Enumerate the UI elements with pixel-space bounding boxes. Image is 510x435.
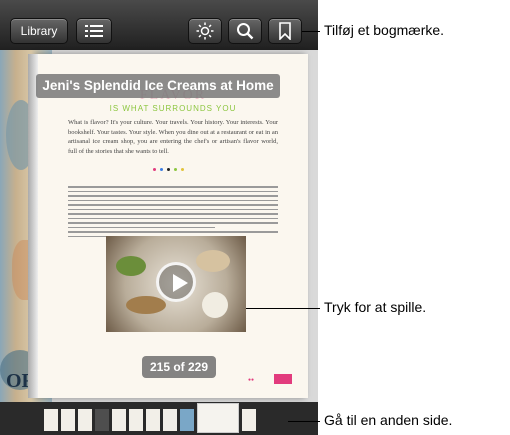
play-icon[interactable] [156, 262, 196, 302]
play-callout-line [246, 308, 320, 309]
body-text [68, 186, 278, 240]
page-indicator: 215 of 229 [142, 356, 216, 378]
page-footer-mark: ●● [248, 377, 255, 383]
go-to-page-callout-line [288, 421, 320, 422]
brightness-icon [196, 22, 214, 40]
page-thumbnails[interactable] [44, 403, 256, 433]
page-thumbnail[interactable] [146, 409, 160, 431]
bookmark-callout-line [302, 31, 320, 32]
decorative-dots [153, 168, 184, 171]
page-thumbnail[interactable] [44, 409, 58, 431]
intro-paragraph: What is flavor? It's your culture. Your … [68, 119, 278, 155]
page-thumbnail[interactable] [112, 409, 126, 431]
book-title: Jeni's Splendid Ice Creams at Home [36, 74, 280, 98]
go-to-page-callout: Gå til en anden side. [324, 412, 453, 428]
list-button[interactable] [76, 18, 112, 44]
current-page-thumbnail[interactable] [197, 403, 239, 433]
book-page-area[interactable]: OR FLAVOR Jeni's Splendid Ice Creams at … [0, 50, 318, 402]
page-thumbnail[interactable] [163, 409, 177, 431]
bookmark-callout: Tilføj et bogmærke. [324, 22, 445, 38]
list-icon [85, 25, 103, 37]
page-thumbnail[interactable] [242, 409, 256, 431]
page-footer-badge [274, 374, 292, 384]
page-thumbnail[interactable] [95, 409, 109, 431]
toolbar: Library [0, 0, 318, 50]
search-icon [237, 23, 254, 40]
book-page[interactable]: FLAVOR Jeni's Splendid Ice Creams at Hom… [28, 54, 308, 398]
embedded-video[interactable] [106, 236, 246, 332]
library-button[interactable]: Library [10, 18, 68, 44]
ibooks-window: Library OR FLAVOR Jeni's Splendid Ice Cr… [0, 0, 318, 435]
play-callout: Tryk for at spille. [324, 299, 427, 315]
brightness-button[interactable] [188, 18, 222, 44]
page-thumbnail[interactable] [61, 409, 75, 431]
bookmark-icon [279, 22, 291, 40]
page-thumbnail[interactable] [180, 409, 194, 431]
page-thumbnail[interactable] [78, 409, 92, 431]
bookmark-button[interactable] [268, 18, 302, 44]
chapter-subheading: IS WHAT SURROUNDS YOU [109, 104, 237, 113]
search-button[interactable] [228, 18, 262, 44]
page-thumbnail[interactable] [129, 409, 143, 431]
